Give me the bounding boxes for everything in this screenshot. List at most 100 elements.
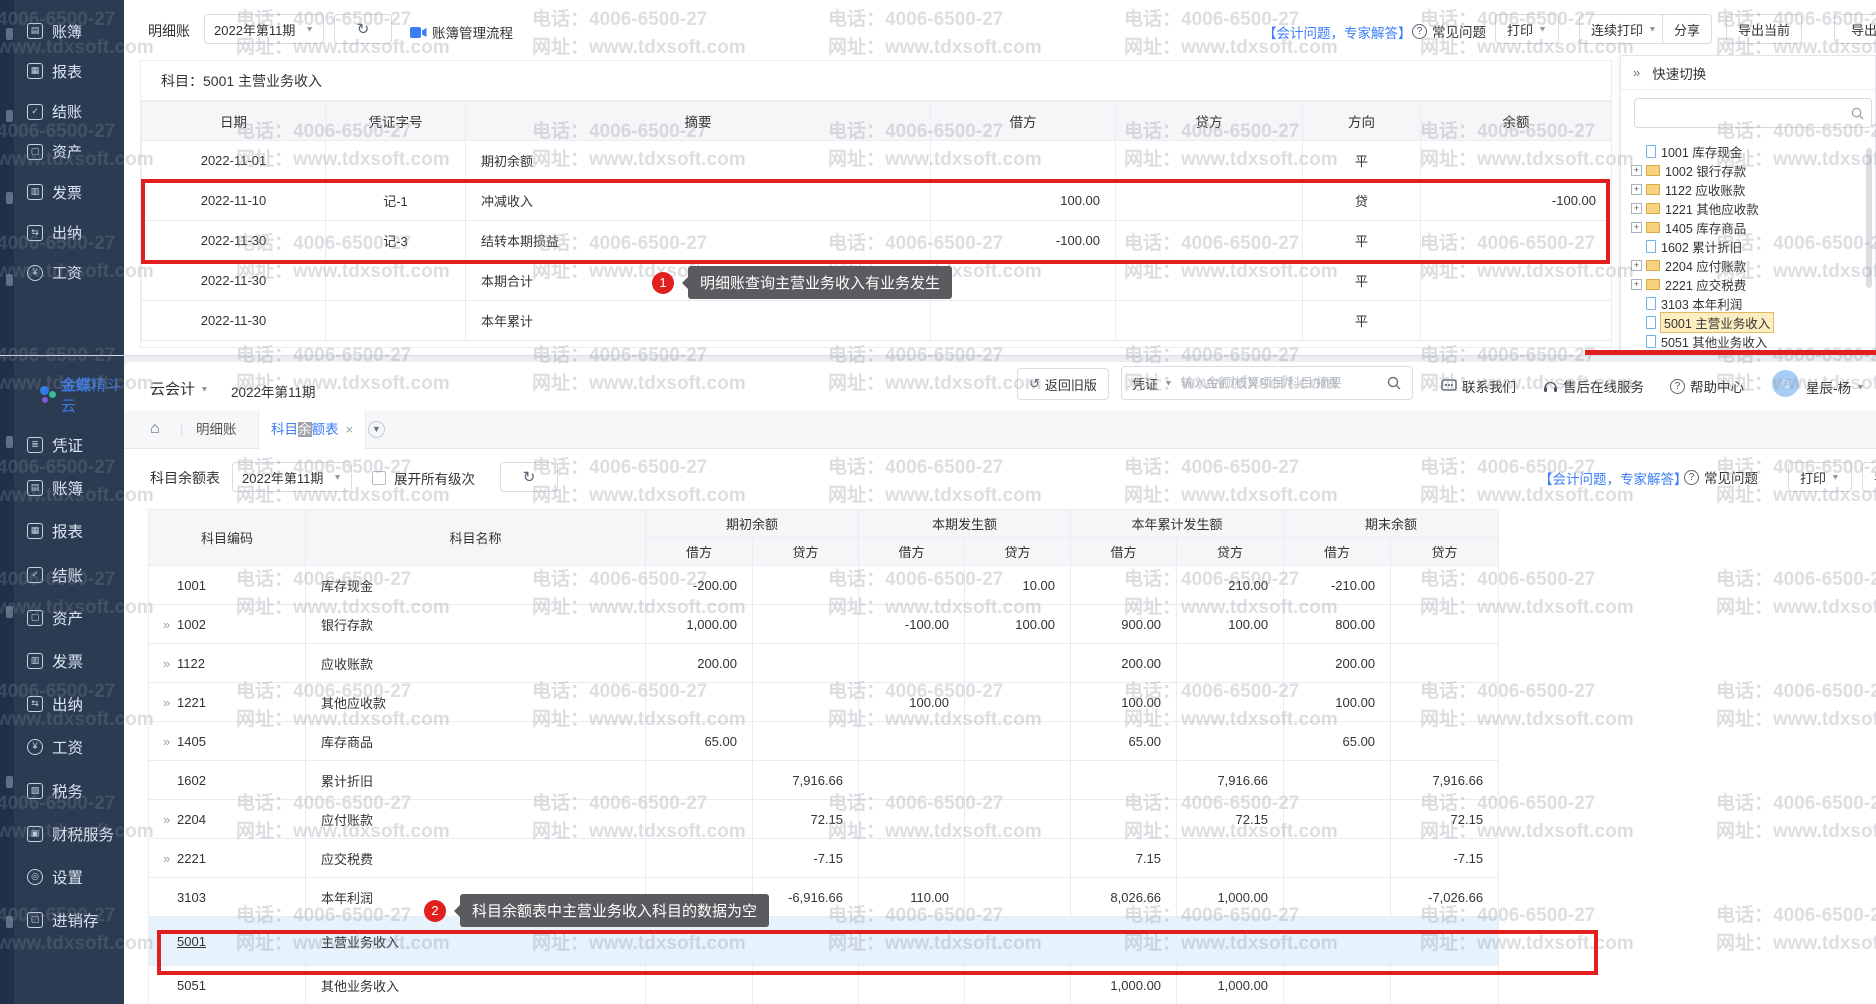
- user-menu[interactable]: 星辰-杨▼: [1806, 377, 1865, 397]
- print-button[interactable]: 打印▼: [1788, 462, 1852, 492]
- close-tab-icon[interactable]: ×: [346, 422, 354, 437]
- sidebar-item-payroll[interactable]: ¥工资: [14, 728, 124, 766]
- ledger-row[interactable]: 2022-11-30记-3结转本期损益-100.00平: [142, 221, 1612, 261]
- balance-row-2221[interactable]: »2221应交税费-7.157.15-7.15: [149, 839, 1499, 878]
- tree-search-input[interactable]: [1634, 98, 1872, 128]
- balance-row-5051[interactable]: 5051其他业务收入1,000.001,000.00: [149, 966, 1499, 1004]
- quick-switch-title: 快速切换: [1652, 63, 1706, 83]
- ledger-flow-link[interactable]: 账簿管理流程: [410, 22, 513, 42]
- accounting-qa-link[interactable]: 【会计问题，专家解答】: [1539, 468, 1688, 488]
- tree-node-5001[interactable]: 5001 主营业务收入: [1631, 313, 1773, 332]
- balance-row-1221[interactable]: »1221其他应收款100.00100.00100.00: [149, 683, 1499, 722]
- refresh-button[interactable]: ↻: [500, 462, 558, 492]
- sidebar-item-asset[interactable]: ▢资产: [14, 133, 124, 171]
- accounting-qa-link[interactable]: 【会计问题，专家解答】: [1263, 22, 1412, 42]
- expand-all-levels-checkbox[interactable]: 展开所有级次: [372, 468, 475, 488]
- sidebar-item-payroll[interactable]: ¥工资: [14, 254, 124, 292]
- expand-arrow-icon[interactable]: »: [159, 812, 177, 827]
- expand-arrow-icon[interactable]: »: [159, 656, 177, 671]
- tree-node-name: 其他业务收入: [1692, 336, 1767, 350]
- sidebar-item-report[interactable]: ▦报表: [14, 52, 124, 90]
- export-all-button[interactable]: 导出全部: [1834, 14, 1876, 44]
- help-center-link[interactable]: ? 帮助中心: [1670, 376, 1744, 396]
- expand-plus-icon[interactable]: +: [1631, 165, 1642, 176]
- share-button[interactable]: 分享: [1662, 14, 1712, 44]
- home-icon[interactable]: ⌂: [150, 420, 160, 438]
- back-to-old-button[interactable]: ↺返回旧版: [1017, 368, 1109, 400]
- expand-plus-icon[interactable]: +: [1631, 279, 1642, 290]
- sidebar-item-cashier[interactable]: ⇆出纳: [14, 214, 124, 252]
- tree-node-2221[interactable]: +2221 应交税费: [1631, 275, 1746, 294]
- balance-row-1122[interactable]: »1122应收账款200.00200.00200.00: [149, 644, 1499, 683]
- tree-node-label: 3103 本年利润: [1661, 294, 1742, 313]
- sidebar-item-closing[interactable]: ✓结账: [14, 556, 124, 594]
- global-search-input[interactable]: [1179, 375, 1380, 391]
- tree-node-2204[interactable]: +2204 应付账款: [1631, 256, 1746, 275]
- balance-value-cell: -7.15: [753, 839, 859, 878]
- tree-node-1001[interactable]: 1001 库存现金: [1631, 142, 1742, 161]
- brand-logo[interactable]: 金蝶精斗云: [38, 374, 124, 416]
- app-switcher[interactable]: 云会计▼: [150, 378, 209, 399]
- sidebar-item-closing[interactable]: ✓结账: [14, 93, 124, 131]
- sidebar-item-voucher[interactable]: ≣凭证: [14, 426, 124, 464]
- faq-link[interactable]: ? 常见问题: [1412, 21, 1486, 41]
- balance-value-cell: [1391, 966, 1499, 1004]
- expand-plus-icon[interactable]: +: [1631, 184, 1642, 195]
- expand-arrow-icon[interactable]: »: [159, 734, 177, 749]
- expand-arrow-icon[interactable]: »: [159, 695, 177, 710]
- sidebar-item-tax[interactable]: ▧税务: [14, 772, 124, 810]
- balance-value-cell: [1284, 800, 1391, 839]
- balance-row-1405[interactable]: »1405库存商品65.0065.0065.00: [149, 722, 1499, 761]
- balance-row-2204[interactable]: »2204应付账款72.1572.1572.15: [149, 800, 1499, 839]
- search-type-select[interactable]: 凭证: [1132, 374, 1158, 393]
- period-select[interactable]: 2022年第11期▼: [232, 462, 352, 492]
- collapse-panel-icon[interactable]: »: [1633, 65, 1640, 80]
- ledger-row[interactable]: 2022-11-30本年累计平: [142, 301, 1612, 341]
- ledger-row[interactable]: 2022-11-01期初余额平: [142, 141, 1612, 181]
- user-avatar[interactable]: ☺: [1772, 370, 1799, 397]
- tree-node-1002[interactable]: +1002 银行存款: [1631, 161, 1746, 180]
- period-select[interactable]: 2022年第11期▼: [204, 14, 324, 44]
- continuous-print-button[interactable]: 连续打印▼: [1579, 14, 1669, 44]
- tree-node-1602[interactable]: 1602 累计折旧: [1631, 237, 1742, 256]
- tree-node-1122[interactable]: +1122 应收账款: [1631, 180, 1745, 199]
- expand-arrow-icon[interactable]: »: [159, 617, 177, 632]
- sidebar-item-invoice[interactable]: ▥发票: [14, 173, 124, 211]
- faq-link[interactable]: ? 常见问题: [1684, 467, 1758, 487]
- refresh-button[interactable]: ↻: [334, 14, 392, 44]
- sidebar-item-ledger[interactable]: ▤账簿: [14, 469, 124, 507]
- ledger-row[interactable]: 2022-11-10记-1冲减收入100.00贷-100.00: [142, 181, 1612, 221]
- sidebar-item-ledger[interactable]: ▤账簿: [14, 12, 124, 50]
- tree-node-3103[interactable]: 3103 本年利润: [1631, 294, 1742, 313]
- export-button[interactable]: 导出▼: [1862, 462, 1876, 492]
- tree-node-5051[interactable]: 5051 其他业务收入: [1631, 332, 1767, 351]
- export-current-button[interactable]: 导出当前: [1726, 14, 1802, 44]
- balance-row-1602[interactable]: 1602累计折旧7,916.667,916.667,916.66: [149, 761, 1499, 800]
- tab-balance-sheet[interactable]: 科目余额表×: [258, 411, 366, 449]
- sidebar-item-inventory[interactable]: ▢进销存: [14, 901, 124, 939]
- sidebar-item-report[interactable]: ▦报表: [14, 512, 124, 550]
- balance-row-1002[interactable]: »1002银行存款1,000.00-100.00100.00900.00100.…: [149, 605, 1499, 644]
- expand-plus-icon[interactable]: +: [1631, 260, 1642, 271]
- tooltip-arrow: [676, 277, 688, 289]
- balance-row-1001[interactable]: 1001库存现金-200.0010.00210.00-210.00: [149, 566, 1499, 605]
- balance-row-5001[interactable]: 5001主营业务收入: [149, 917, 1499, 966]
- sidebar-item-settings[interactable]: ◎设置: [14, 858, 124, 896]
- tree-node-1405[interactable]: +1405 库存商品: [1631, 218, 1746, 237]
- sidebar-item-asset[interactable]: ▢资产: [14, 599, 124, 637]
- sidebar-item-finance-tax-service[interactable]: ▣财税服务: [14, 815, 124, 853]
- expand-arrow-icon[interactable]: »: [159, 851, 177, 866]
- tab-list-chevron-icon[interactable]: ▼: [368, 421, 385, 438]
- expand-plus-icon[interactable]: +: [1631, 203, 1642, 214]
- after-sales-service-link[interactable]: 售后在线服务: [1543, 376, 1644, 396]
- tree-node-1221[interactable]: +1221 其他应收款: [1631, 199, 1759, 218]
- sidebar-item-cashier[interactable]: ⇆出纳: [14, 685, 124, 723]
- expand-plus-icon[interactable]: +: [1631, 222, 1642, 233]
- balance-row-3103[interactable]: 3103本年利润-6,916.66110.008,026.661,000.00-…: [149, 878, 1499, 917]
- sidebar-item-invoice[interactable]: ▥发票: [14, 642, 124, 680]
- contact-us-link[interactable]: 联系我们: [1441, 376, 1516, 396]
- print-button[interactable]: 打印▼: [1495, 14, 1559, 44]
- tree-scrollbar[interactable]: [1866, 148, 1872, 288]
- search-icon[interactable]: [1386, 375, 1402, 391]
- tab-detail-ledger[interactable]: 明细账: [196, 411, 237, 449]
